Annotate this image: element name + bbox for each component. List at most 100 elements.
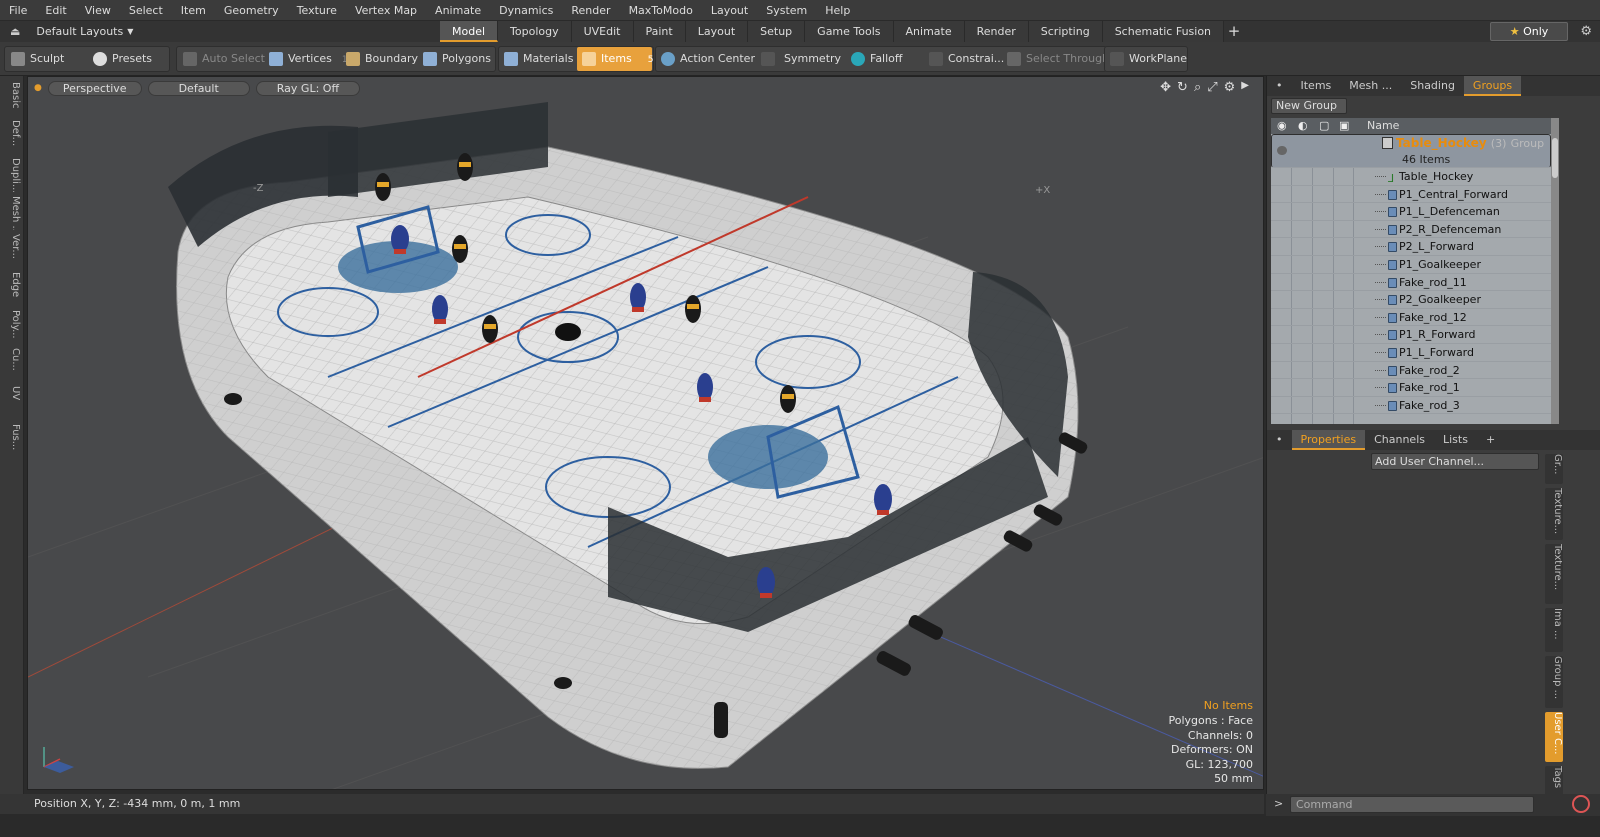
fit-icon[interactable]: ⤢ bbox=[1207, 80, 1217, 95]
tab-render[interactable]: Render bbox=[964, 21, 1029, 42]
group-row-table-hockey[interactable]: Table_Hockey (3) Group 46 Items bbox=[1271, 134, 1551, 168]
side-tab-5[interactable]: User C... bbox=[1545, 712, 1563, 762]
list-item[interactable]: P1_R_Forward bbox=[1271, 326, 1551, 344]
rotate-icon[interactable]: ↻ bbox=[1177, 80, 1188, 95]
materials-button[interactable]: Materials bbox=[499, 47, 575, 71]
expand-right-icon[interactable]: ▶ bbox=[1241, 80, 1249, 95]
properties-tab-channels[interactable]: Channels bbox=[1365, 430, 1434, 450]
scene-tab-mesh[interactable]: Mesh ... bbox=[1340, 76, 1401, 96]
properties-tab-properties[interactable]: Properties bbox=[1291, 430, 1366, 450]
gear-icon[interactable]: ⚙ bbox=[1224, 80, 1236, 95]
tab-scripting[interactable]: Scripting bbox=[1028, 21, 1103, 42]
command-input[interactable]: Command bbox=[1290, 796, 1534, 813]
side-tab-0[interactable]: Gr... bbox=[1545, 454, 1563, 484]
select-through-button[interactable]: Select Through bbox=[1002, 47, 1109, 71]
scene-tab-shading[interactable]: Shading bbox=[1401, 76, 1464, 96]
left-tab-7[interactable]: Cu... bbox=[3, 348, 21, 382]
menu-view[interactable]: View bbox=[76, 0, 120, 21]
menu-maxtomodo[interactable]: MaxToModo bbox=[620, 0, 702, 21]
list-item[interactable]: Fake_rod_12 bbox=[1271, 309, 1551, 327]
properties-tab-lists[interactable]: Lists bbox=[1434, 430, 1477, 450]
menu-vertex-map[interactable]: Vertex Map bbox=[346, 0, 426, 21]
viewport-menu-dot-icon[interactable]: ● bbox=[34, 83, 42, 93]
tab-setup[interactable]: Setup bbox=[748, 21, 806, 42]
menu-system[interactable]: System bbox=[757, 0, 816, 21]
left-tab-6[interactable]: Poly... bbox=[3, 310, 21, 344]
list-scrollbar[interactable] bbox=[1551, 118, 1559, 424]
side-tab-1[interactable]: Texture... bbox=[1545, 488, 1563, 540]
tab-schematic-fusion[interactable]: Schematic Fusion bbox=[1102, 21, 1225, 42]
list-item[interactable]: P2_R_Defenceman bbox=[1271, 221, 1551, 239]
constraints-button[interactable]: Constrai... bbox=[924, 47, 1004, 71]
gear-icon[interactable]: ⚙ bbox=[1580, 24, 1592, 39]
panel-menu-icon[interactable]: • bbox=[1267, 430, 1292, 450]
menu-texture[interactable]: Texture bbox=[288, 0, 346, 21]
side-tab-6[interactable]: Tags bbox=[1545, 766, 1563, 796]
tab-topology[interactable]: Topology bbox=[498, 21, 572, 42]
list-item[interactable]: P1_L_Forward bbox=[1271, 344, 1551, 362]
layout-selector[interactable]: ⏏ Default Layouts ▼ bbox=[0, 21, 440, 42]
menu-file[interactable]: File bbox=[0, 0, 36, 21]
presets-button[interactable]: Presets bbox=[88, 47, 168, 71]
add-user-channel-button[interactable]: Add User Channel... bbox=[1371, 453, 1539, 470]
pan-icon[interactable]: ✥ bbox=[1160, 80, 1171, 95]
tab-uvedit[interactable]: UVEdit bbox=[571, 21, 634, 42]
boundary-button[interactable]: Boundary bbox=[341, 47, 418, 71]
left-tab-5[interactable]: Edge bbox=[3, 272, 21, 306]
scene-tab-items[interactable]: Items bbox=[1292, 76, 1341, 96]
list-item[interactable]: P1_L_Defenceman bbox=[1271, 203, 1551, 221]
record-icon[interactable] bbox=[1572, 795, 1590, 813]
list-item[interactable]: P1_Goalkeeper bbox=[1271, 256, 1551, 274]
tab-animate[interactable]: Animate bbox=[893, 21, 965, 42]
menu-geometry[interactable]: Geometry bbox=[215, 0, 288, 21]
symmetry-button[interactable]: Symmetry bbox=[756, 47, 846, 71]
menu-edit[interactable]: Edit bbox=[36, 0, 75, 21]
menu-help[interactable]: Help bbox=[816, 0, 859, 21]
view-type-button[interactable]: Perspective bbox=[47, 80, 142, 96]
list-item[interactable]: Fake_rod_3 bbox=[1271, 397, 1551, 415]
raygl-button[interactable]: Ray GL: Off bbox=[255, 80, 361, 96]
zoom-icon[interactable]: ⌕ bbox=[1194, 80, 1201, 95]
polygons-button[interactable]: Polygons bbox=[418, 47, 494, 71]
list-item[interactable]: P1_Central_Forward bbox=[1271, 186, 1551, 204]
side-tab-4[interactable]: Group ... bbox=[1545, 656, 1563, 708]
menu-dynamics[interactable]: Dynamics bbox=[490, 0, 562, 21]
list-item[interactable]: Fake_rod_2 bbox=[1271, 362, 1551, 380]
new-group-button[interactable]: New Group bbox=[1271, 98, 1347, 114]
left-tab-1[interactable]: Def... bbox=[3, 120, 21, 154]
list-item[interactable]: P2_Goalkeeper bbox=[1271, 291, 1551, 309]
add-tab-plus-icon[interactable]: + bbox=[1477, 430, 1504, 450]
falloff-button[interactable]: Falloff bbox=[846, 47, 922, 71]
left-tab-4[interactable]: Ver... bbox=[3, 234, 21, 268]
workplane-button[interactable]: WorkPlane bbox=[1105, 47, 1187, 71]
left-tab-2[interactable]: Dupli... bbox=[3, 158, 21, 192]
list-item[interactable]: P2_L_Forward bbox=[1271, 238, 1551, 256]
action-center-button[interactable]: Action Center bbox=[656, 47, 755, 71]
list-item[interactable]: Fake_rod_11 bbox=[1271, 274, 1551, 292]
menu-item[interactable]: Item bbox=[172, 0, 215, 21]
left-tab-0[interactable]: Basic bbox=[3, 82, 21, 116]
menu-layout[interactable]: Layout bbox=[702, 0, 757, 21]
add-layout-tab-button[interactable]: + bbox=[1224, 21, 1244, 42]
sculpt-button[interactable]: Sculpt bbox=[6, 47, 86, 71]
shading-mode-button[interactable]: Default bbox=[147, 80, 250, 96]
left-tab-3[interactable]: Mesh ... bbox=[3, 196, 21, 230]
tab-game-tools[interactable]: Game Tools bbox=[805, 21, 894, 42]
left-tab-8[interactable]: UV bbox=[3, 386, 21, 420]
tab-paint[interactable]: Paint bbox=[633, 21, 686, 42]
list-item[interactable]: Fake_rod_1 bbox=[1271, 379, 1551, 397]
tab-model[interactable]: Model bbox=[440, 21, 499, 42]
auto-select-button[interactable]: Auto Select bbox=[178, 47, 265, 71]
panel-menu-icon[interactable]: • bbox=[1267, 76, 1292, 96]
tab-layout[interactable]: Layout bbox=[685, 21, 749, 42]
menu-animate[interactable]: Animate bbox=[426, 0, 490, 21]
list-item[interactable]: ⅃ Table_Hockey bbox=[1271, 168, 1551, 186]
left-tab-9[interactable]: Fus... bbox=[3, 424, 21, 458]
items-button[interactable]: Items 5 bbox=[577, 47, 654, 71]
vertices-button[interactable]: Vertices 1 bbox=[264, 47, 348, 71]
side-tab-3[interactable]: Ima ... bbox=[1545, 608, 1563, 652]
menu-select[interactable]: Select bbox=[120, 0, 172, 21]
3d-viewport[interactable]: -Z +X ● Perspective Default Ray GL: Off … bbox=[27, 76, 1264, 790]
scrollbar-thumb[interactable] bbox=[1552, 138, 1558, 178]
visibility-eye-icon[interactable] bbox=[1277, 146, 1287, 155]
